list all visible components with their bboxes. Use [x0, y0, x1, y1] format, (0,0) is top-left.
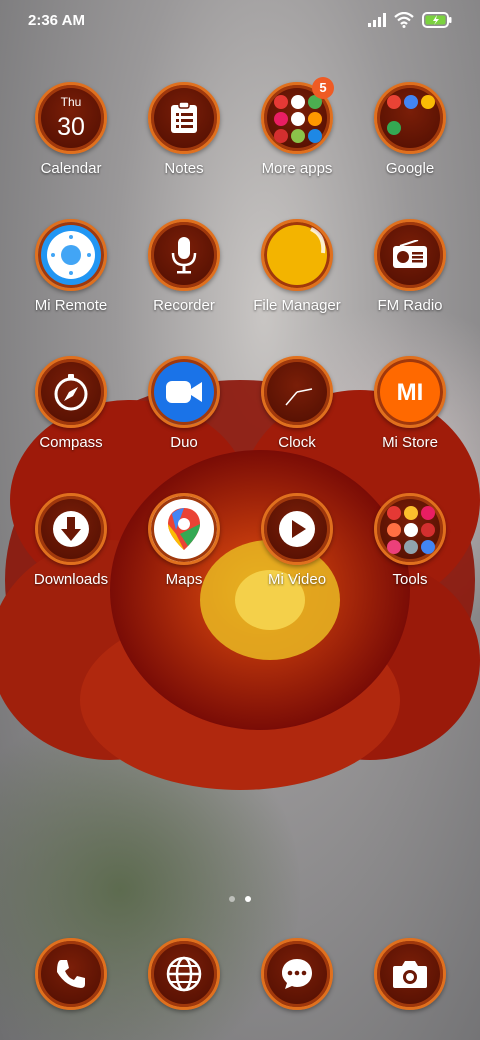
map-pin-icon — [148, 493, 220, 565]
dock-messages[interactable] — [239, 938, 355, 1018]
chat-icon — [261, 938, 333, 1010]
app-calendar[interactable]: Thu 30 Calendar — [13, 82, 129, 200]
phone-icon — [35, 938, 107, 1010]
app-label: Google — [385, 160, 435, 177]
notes-icon — [148, 82, 220, 154]
remote-icon — [35, 219, 107, 291]
folder-icon — [374, 493, 446, 565]
app-label: FM Radio — [377, 297, 443, 314]
app-folder-tools[interactable]: Tools — [352, 493, 468, 611]
page-dot-active[interactable] — [245, 896, 251, 902]
app-label: Notes — [164, 160, 204, 177]
microphone-icon — [148, 219, 220, 291]
app-recorder[interactable]: Recorder — [126, 219, 242, 337]
app-label: More apps — [261, 160, 333, 177]
play-icon — [261, 493, 333, 565]
status-bar: 2:36 AM — [0, 0, 480, 44]
app-label: Mi Remote — [34, 297, 108, 314]
app-folder-google[interactable]: Google — [352, 82, 468, 200]
dock-browser[interactable] — [126, 938, 242, 1018]
app-label: Mi Video — [267, 571, 327, 588]
app-label: Tools — [392, 571, 428, 588]
app-mi-video[interactable]: Mi Video — [239, 493, 355, 611]
app-label: Maps — [165, 571, 203, 588]
app-label: Clock — [278, 434, 316, 451]
mi-logo-icon: MI — [374, 356, 446, 428]
battery-charging-icon — [422, 12, 452, 28]
notification-badge: 5 — [312, 77, 334, 99]
compass-icon — [35, 356, 107, 428]
app-mi-store[interactable]: MI Mi Store — [352, 356, 468, 474]
home-screen: 2:36 AM Thu 30 Calendar Notes 5 More app… — [0, 0, 480, 1040]
app-label: Duo — [170, 434, 198, 451]
download-icon — [35, 493, 107, 565]
signal-icon — [368, 13, 386, 27]
calendar-day: Thu — [60, 95, 82, 109]
app-label: File Manager — [253, 297, 341, 314]
calendar-icon: Thu 30 — [35, 82, 107, 154]
camera-icon — [374, 938, 446, 1010]
dock-camera[interactable] — [352, 938, 468, 1018]
radio-icon — [374, 219, 446, 291]
clock-icon — [261, 356, 333, 428]
app-clock[interactable]: Clock — [239, 356, 355, 474]
app-label: Recorder — [153, 297, 215, 314]
status-icons — [368, 12, 452, 28]
page-dot[interactable] — [229, 896, 235, 902]
video-call-icon — [148, 356, 220, 428]
globe-icon — [148, 938, 220, 1010]
folder-file-icon — [261, 219, 333, 291]
page-indicator — [0, 896, 480, 902]
dock-phone[interactable] — [13, 938, 129, 1018]
app-notes[interactable]: Notes — [126, 82, 242, 200]
app-file-manager[interactable]: File Manager — [239, 219, 355, 337]
folder-preview — [387, 506, 435, 554]
app-downloads[interactable]: Downloads — [13, 493, 129, 611]
folder-preview — [387, 95, 435, 143]
mi-logo-text: MI — [396, 379, 424, 406]
status-time: 2:36 AM — [28, 12, 85, 29]
folder-icon: 5 — [261, 77, 334, 154]
app-label: Mi Store — [382, 434, 438, 451]
app-compass[interactable]: Compass — [13, 356, 129, 474]
app-label: Calendar — [40, 160, 102, 177]
app-mi-remote[interactable]: Mi Remote — [13, 219, 129, 337]
app-fm-radio[interactable]: FM Radio — [352, 219, 468, 337]
wifi-icon — [394, 12, 414, 28]
folder-preview — [274, 95, 322, 143]
folder-icon — [374, 82, 446, 154]
app-folder-more-apps[interactable]: 5 More apps — [239, 77, 355, 200]
calendar-date: 30 — [57, 113, 85, 141]
app-maps[interactable]: Maps — [126, 493, 242, 611]
app-duo[interactable]: Duo — [126, 356, 242, 474]
app-label: Downloads — [33, 571, 109, 588]
app-label: Compass — [39, 434, 103, 451]
